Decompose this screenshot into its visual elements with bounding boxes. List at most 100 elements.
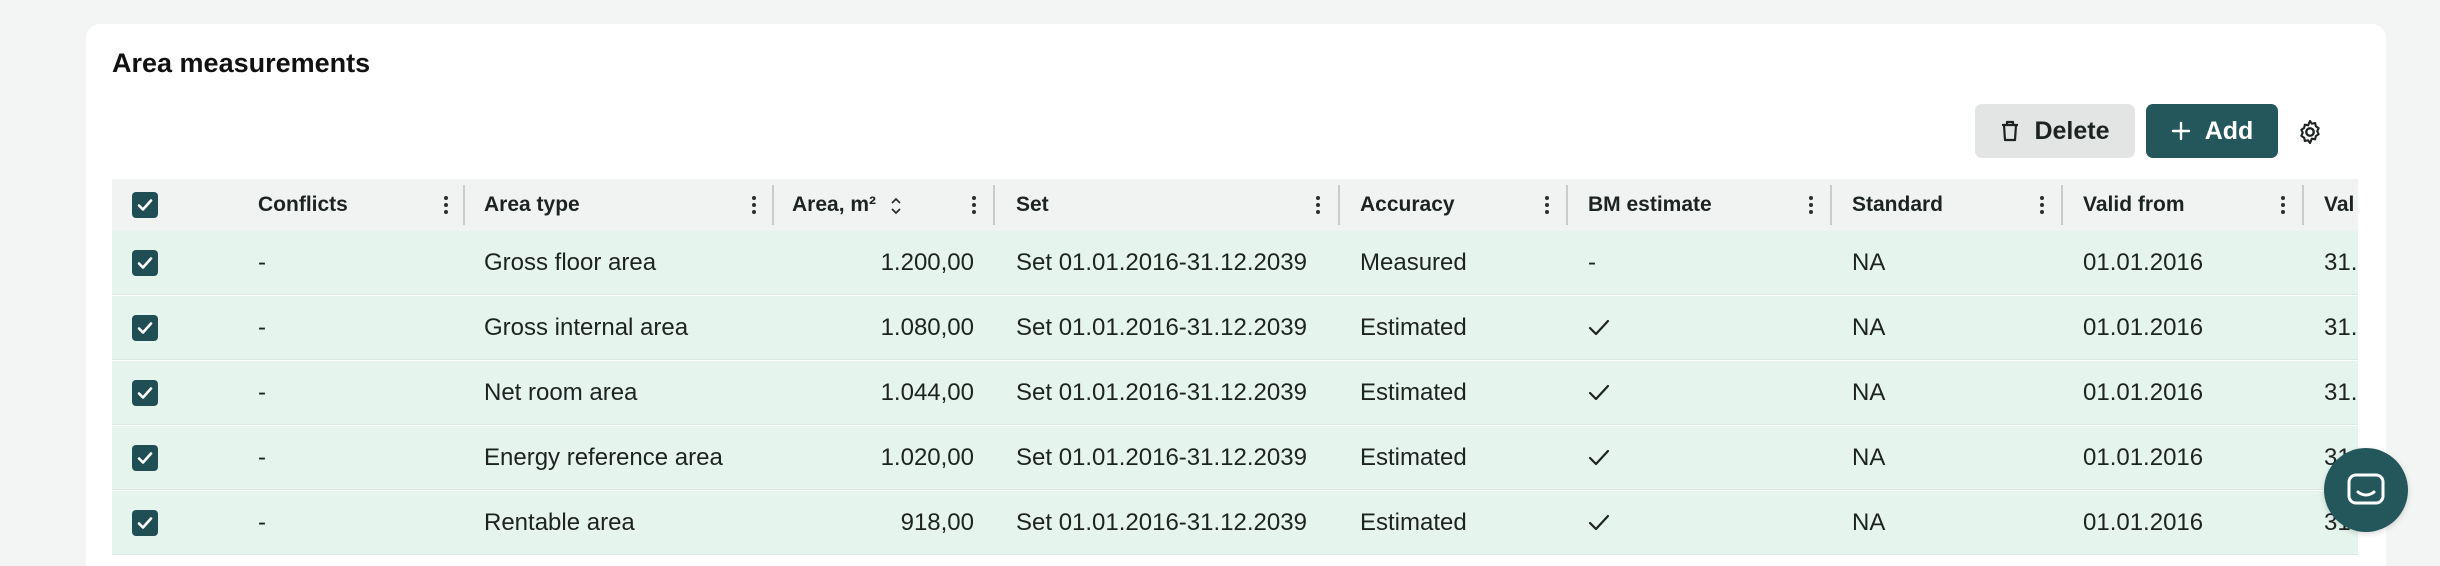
row-checkbox[interactable] <box>132 510 158 536</box>
column-menu-icon[interactable] <box>2036 193 2048 217</box>
table-row[interactable]: - Net room area 1.044,00 Set 01.01.2016-31.… <box>112 361 2358 425</box>
cell-standard: NA <box>1852 379 1886 406</box>
cell-valid-from: 01.01.2016 <box>2083 249 2204 276</box>
check-icon <box>1588 514 1610 531</box>
cell-area: 1.044,00 <box>880 379 974 406</box>
cell-area-type: Gross internal area <box>484 314 689 341</box>
cell-area: 1.200,00 <box>880 249 974 276</box>
cell-area-type: Net room area <box>484 379 638 406</box>
column-divider[interactable] <box>1338 185 1340 225</box>
area-table: Conflicts Area type Area, m² Set Accurac… <box>112 179 2358 566</box>
column-divider[interactable] <box>463 185 465 225</box>
cell-bm-estimate <box>1588 296 1808 360</box>
cell-area: 918,00 <box>900 509 974 536</box>
checkmark-icon <box>137 387 153 399</box>
add-button[interactable]: Add <box>2146 104 2278 158</box>
column-divider[interactable] <box>993 185 995 225</box>
section-title: Area measurements <box>112 48 371 78</box>
checkmark-icon <box>137 199 153 211</box>
cell-set: Set 01.01.2016-31.12.2039 <box>1016 444 1307 471</box>
checkmark-icon <box>137 517 153 529</box>
col-header-standard[interactable]: Standard <box>1852 179 1943 231</box>
column-divider[interactable] <box>1566 185 1568 225</box>
cell-valid-from: 01.01.2016 <box>2083 444 2204 471</box>
col-header-accuracy[interactable]: Accuracy <box>1360 179 1455 231</box>
cell-conflicts: - <box>258 379 266 406</box>
column-divider[interactable] <box>1830 185 1832 225</box>
cell-bm-estimate <box>1588 361 1808 425</box>
chat-launcher-button[interactable] <box>2324 448 2408 532</box>
cell-valid-to: 31.1 <box>2324 379 2358 406</box>
cell-accuracy: Estimated <box>1360 444 1467 471</box>
cell-valid-to: 31.1 <box>2324 314 2358 341</box>
row-checkbox[interactable] <box>132 315 158 341</box>
col-header-area-type[interactable]: Area type <box>484 179 580 231</box>
check-icon <box>1588 384 1610 401</box>
column-divider[interactable] <box>772 185 774 225</box>
column-menu-icon[interactable] <box>1312 193 1324 217</box>
col-header-conflicts[interactable]: Conflicts <box>258 179 348 231</box>
column-menu-icon[interactable] <box>440 193 452 217</box>
cell-bm-estimate <box>1588 426 1808 490</box>
column-menu-icon[interactable] <box>748 193 760 217</box>
check-icon <box>1588 449 1610 466</box>
cell-accuracy: Measured <box>1360 249 1467 276</box>
cell-standard: NA <box>1852 249 1886 276</box>
cell-set: Set 01.01.2016-31.12.2039 <box>1016 249 1307 276</box>
table-header: Conflicts Area type Area, m² Set Accurac… <box>112 179 2358 231</box>
add-button-label: Add <box>2204 116 2254 145</box>
cell-area-type: Energy reference area <box>484 444 723 471</box>
col-header-valid-to[interactable]: Val <box>2324 179 2354 231</box>
cell-bm-estimate <box>1588 491 1808 555</box>
cell-accuracy: Estimated <box>1360 379 1467 406</box>
cell-area: 1.080,00 <box>880 314 974 341</box>
cell-conflicts: - <box>258 509 266 536</box>
cell-valid-from: 01.01.2016 <box>2083 509 2204 536</box>
check-icon <box>1588 319 1610 336</box>
row-checkbox[interactable] <box>132 445 158 471</box>
column-divider[interactable] <box>2302 185 2304 225</box>
cell-set: Set 01.01.2016-31.12.2039 <box>1016 379 1307 406</box>
cell-valid-to: 31.1 <box>2324 249 2358 276</box>
cell-conflicts: - <box>258 249 266 276</box>
column-menu-icon[interactable] <box>968 193 980 217</box>
column-divider[interactable] <box>2061 185 2063 225</box>
cell-set: Set 01.01.2016-31.12.2039 <box>1016 509 1307 536</box>
cell-accuracy: Estimated <box>1360 509 1467 536</box>
table-row[interactable]: - Gross floor area 1.200,00 Set 01.01.2016-… <box>112 231 2358 295</box>
select-all-checkbox[interactable] <box>132 192 158 218</box>
column-menu-icon[interactable] <box>2277 193 2289 217</box>
col-header-bm-estimate[interactable]: BM estimate <box>1588 179 1712 231</box>
column-menu-icon[interactable] <box>1805 193 1817 217</box>
row-checkbox[interactable] <box>132 380 158 406</box>
cell-area-type: Rentable area <box>484 509 635 536</box>
checkmark-icon <box>137 452 153 464</box>
cell-standard: NA <box>1852 444 1886 471</box>
table-row[interactable]: - Energy reference area 1.020,00 Set 01.01.… <box>112 426 2358 490</box>
cell-valid-from: 01.01.2016 <box>2083 314 2204 341</box>
trash-icon <box>2002 120 2019 142</box>
settings-gear-icon[interactable] <box>2296 118 2324 146</box>
table-row[interactable]: - Rentable area 918,00 Set 01.01.2016-31.12… <box>112 491 2358 555</box>
col-header-valid-from[interactable]: Valid from <box>2083 179 2185 231</box>
sort-icon[interactable] <box>889 195 903 217</box>
cell-standard: NA <box>1852 314 1886 341</box>
plus-icon <box>2171 121 2190 141</box>
cell-area: 1.020,00 <box>880 444 974 471</box>
col-header-area[interactable]: Area, m² <box>792 179 876 231</box>
col-header-set[interactable]: Set <box>1016 179 1049 231</box>
delete-button[interactable]: Delete <box>1975 104 2135 158</box>
cell-accuracy: Estimated <box>1360 314 1467 341</box>
row-checkbox[interactable] <box>132 250 158 276</box>
column-menu-icon[interactable] <box>1541 193 1553 217</box>
cell-set: Set 01.01.2016-31.12.2039 <box>1016 314 1307 341</box>
cell-bm-estimate: - <box>1588 249 1596 276</box>
cell-standard: NA <box>1852 509 1886 536</box>
delete-button-label: Delete <box>2034 116 2110 145</box>
chat-icon <box>2347 473 2385 505</box>
area-measurements-card: Area measurements Delete Add Conflicts A… <box>86 24 2386 566</box>
cell-conflicts: - <box>258 444 266 471</box>
cell-conflicts: - <box>258 314 266 341</box>
table-row[interactable]: - Gross internal area 1.080,00 Set 01.01.20… <box>112 296 2358 360</box>
cell-valid-from: 01.01.2016 <box>2083 379 2204 406</box>
